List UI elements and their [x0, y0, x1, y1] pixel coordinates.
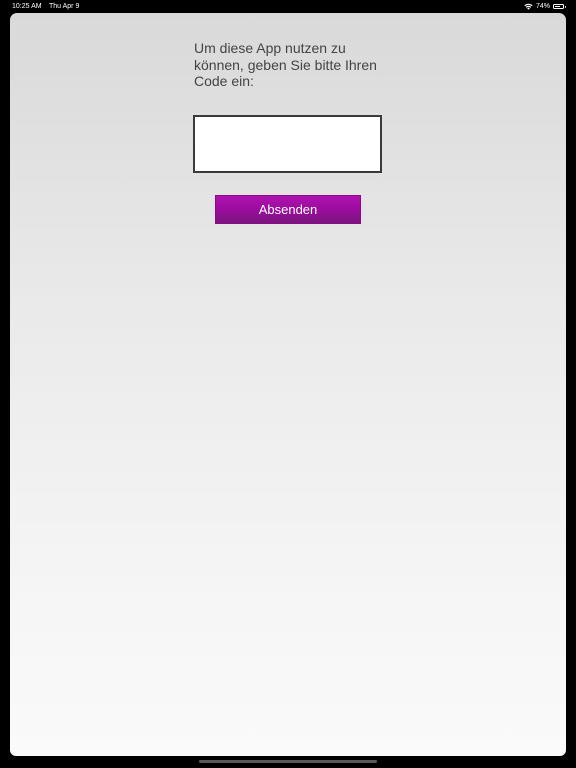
battery-level-fill — [555, 6, 561, 7]
code-input[interactable] — [193, 115, 382, 173]
app-window: Um diese App nutzen zu können, geben Sie… — [10, 13, 566, 756]
home-indicator[interactable] — [199, 760, 377, 763]
status-date: Thu Apr 9 — [49, 3, 80, 10]
submit-button[interactable]: Absenden — [215, 195, 361, 224]
battery-tip — [564, 6, 566, 8]
status-bar: 10:25 AM Thu Apr 9 74% — [0, 0, 576, 13]
wifi-icon — [524, 3, 533, 10]
battery-percentage: 74% — [535, 3, 550, 10]
instruction-text: Um diese App nutzen zu können, geben Sie… — [194, 40, 377, 89]
status-indicators: 74% — [524, 0, 566, 13]
battery-icon — [553, 4, 566, 9]
status-time: 10:25 AM — [12, 3, 42, 10]
